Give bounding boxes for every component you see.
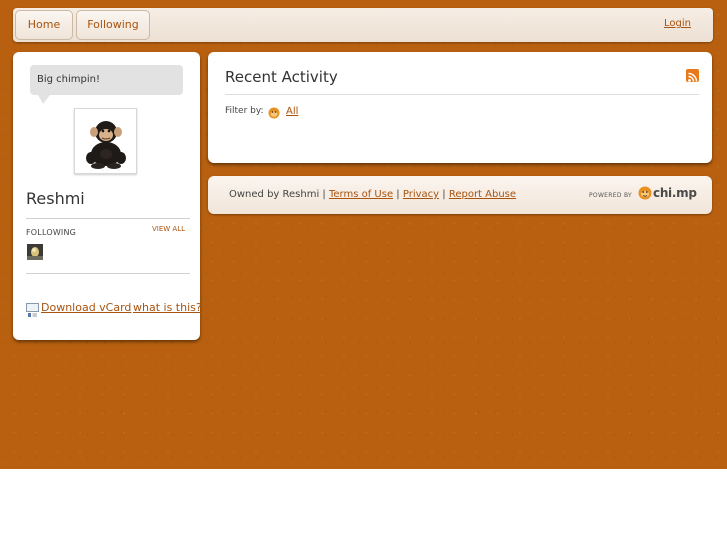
terms-of-use-link[interactable]: Terms of Use [329, 189, 393, 200]
status-bubble: Big chimpin! [30, 65, 183, 95]
footer-text: Owned by Reshmi | Terms of Use | Privacy… [229, 189, 516, 200]
login-link[interactable]: Login [664, 18, 691, 29]
status-bubble-tail [38, 95, 50, 104]
filter-label: Filter by: [225, 106, 264, 116]
tab-following[interactable]: Following [76, 10, 150, 40]
view-all-link[interactable]: VIEW ALL [152, 225, 185, 233]
chimp-plush-photo [78, 112, 134, 170]
chimp-face-icon[interactable] [268, 104, 280, 123]
following-heading: FOLLOWING [26, 228, 77, 237]
chimp-logo-icon [638, 186, 652, 200]
activity-divider [225, 94, 699, 95]
followed-user-avatar-icon [27, 244, 43, 260]
followed-user-avatar[interactable] [27, 244, 43, 260]
privacy-link[interactable]: Privacy [403, 189, 439, 200]
vcard-icon [26, 303, 39, 317]
owned-by-text: Owned by Reshmi | [229, 189, 326, 200]
top-nav-bar: Home Following Login [13, 8, 713, 42]
avatar [74, 108, 137, 174]
chimp-logo[interactable]: chi.mp [638, 186, 697, 200]
profile-name: Reshmi [26, 189, 85, 208]
chimp-logo-text: chi.mp [653, 186, 697, 200]
profile-sidebar: Big chimpin! Reshmi FOLLOWING VIEW ALL D… [13, 52, 202, 340]
report-abuse-link[interactable]: Report Abuse [449, 189, 516, 200]
activity-panel: Recent Activity Filter by: All [208, 52, 712, 163]
download-vcard-link[interactable]: Download vCard [41, 301, 131, 314]
footer-bar: Owned by Reshmi | Terms of Use | Privacy… [208, 176, 712, 214]
filter-all-link[interactable]: All [286, 106, 298, 117]
what-is-this-link[interactable]: what is this? [133, 301, 202, 314]
sidebar-divider [26, 273, 190, 274]
footer-separator: | [442, 189, 446, 200]
powered-by-label: POWERED BY [589, 192, 633, 199]
page-title: Recent Activity [225, 68, 338, 86]
tab-home[interactable]: Home [15, 10, 73, 40]
sidebar-divider [26, 218, 190, 219]
footer-separator: | [396, 189, 400, 200]
rss-icon[interactable] [686, 69, 699, 82]
